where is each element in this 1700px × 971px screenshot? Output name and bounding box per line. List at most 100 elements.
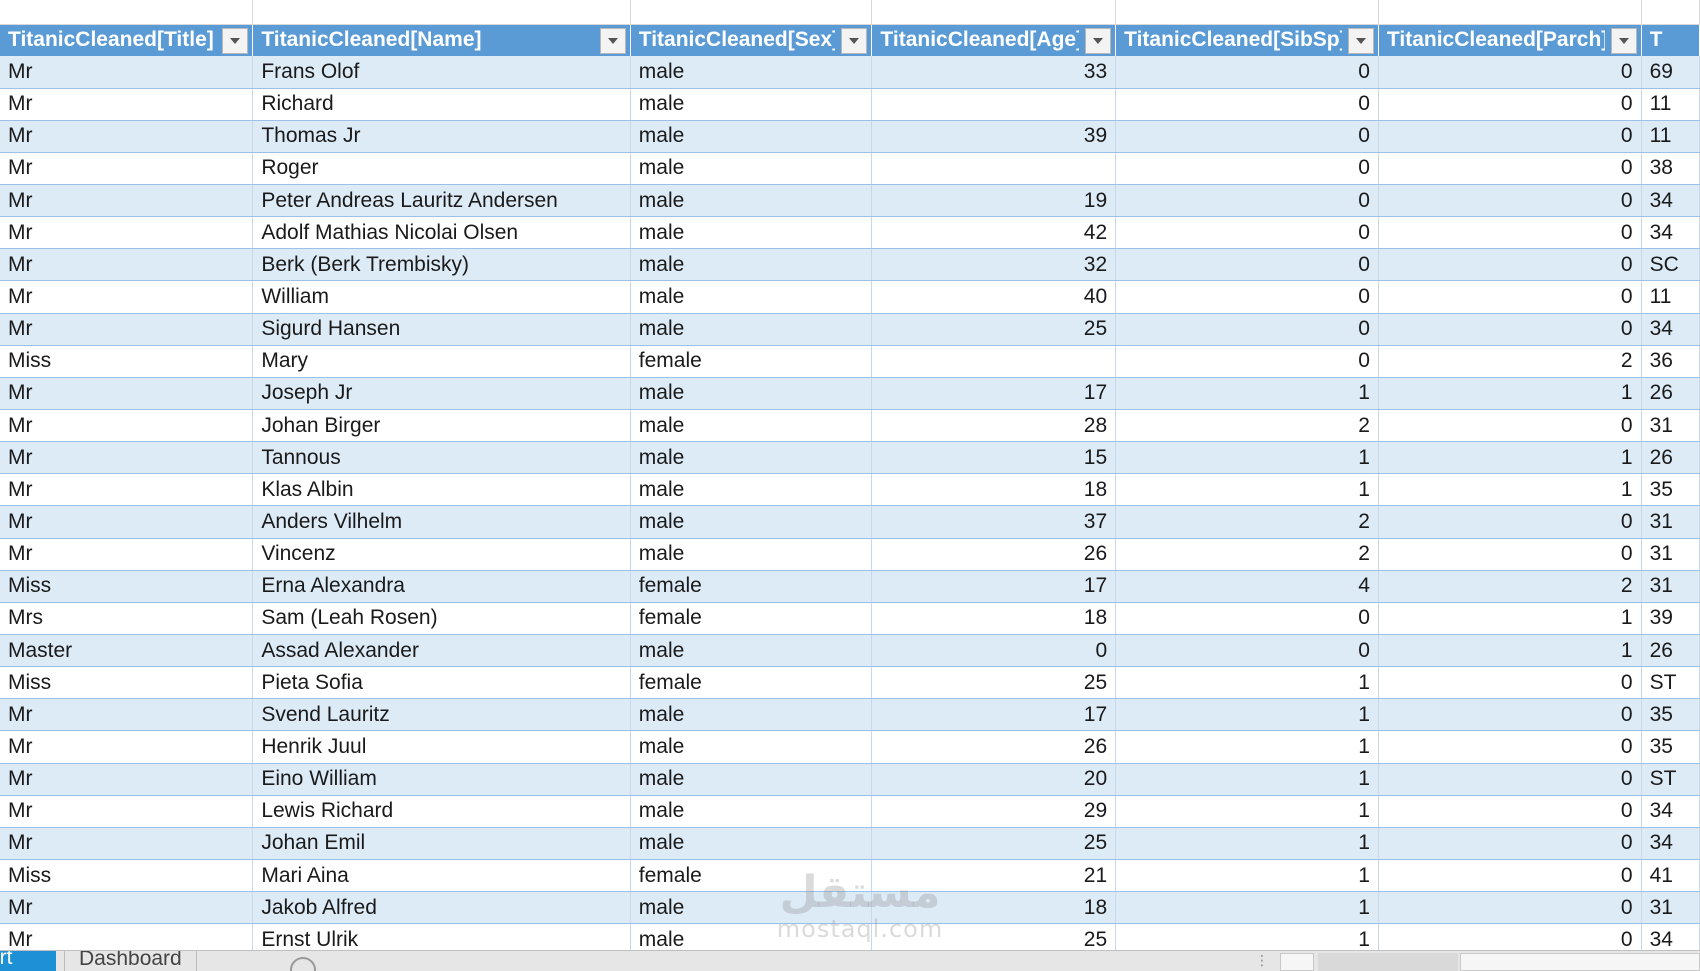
cell[interactable]: Mr <box>0 441 254 475</box>
cell[interactable]: Miss <box>0 666 254 700</box>
cell[interactable]: Miss <box>0 570 254 603</box>
cell[interactable]: 1 <box>1115 827 1379 861</box>
cell[interactable]: male <box>630 441 873 475</box>
cell[interactable]: 1 <box>1115 441 1379 475</box>
cell[interactable]: female <box>630 345 873 378</box>
cell[interactable]: male <box>630 248 873 282</box>
cell[interactable]: male <box>630 538 873 571</box>
plus-circle-icon[interactable] <box>290 957 316 971</box>
cell[interactable]: Mr <box>0 120 254 153</box>
cell[interactable] <box>871 152 1117 186</box>
cell[interactable]: 0 <box>1115 248 1379 282</box>
cell[interactable]: Mr <box>0 56 254 89</box>
cell[interactable]: 35 <box>1641 473 1700 507</box>
filter-dropdown-button[interactable] <box>1610 27 1637 54</box>
cell[interactable]: 0 <box>1378 827 1642 861</box>
cell[interactable]: Sigurd Hansen <box>252 313 631 346</box>
cell[interactable]: 69 <box>1641 56 1700 89</box>
filter-dropdown-button[interactable] <box>599 27 626 54</box>
cell[interactable]: 34 <box>1641 923 1700 950</box>
cell[interactable]: female <box>630 570 873 603</box>
cell[interactable]: Johan Birger <box>252 409 631 443</box>
cell[interactable]: Master <box>0 634 254 668</box>
cell[interactable]: Ernst Ulrik <box>252 923 631 950</box>
cell[interactable]: 0 <box>1378 216 1642 250</box>
split-handle[interactable]: ⋮ <box>1255 953 1269 969</box>
cell[interactable]: Jakob Alfred <box>252 891 631 925</box>
cell[interactable]: 31 <box>1641 570 1700 603</box>
cell[interactable]: 1 <box>1115 473 1379 507</box>
cell[interactable]: ST <box>1641 763 1700 796</box>
cell[interactable]: Peter Andreas Lauritz Andersen <box>252 184 631 218</box>
column-header[interactable]: TitanicCleaned[Title] <box>0 24 254 56</box>
cell[interactable]: male <box>630 891 873 925</box>
cell[interactable] <box>871 0 1117 25</box>
cell[interactable]: 0 <box>1378 120 1642 153</box>
cell[interactable]: 0 <box>1378 56 1642 89</box>
cell[interactable]: 19 <box>871 184 1117 218</box>
cell[interactable]: male <box>630 216 873 250</box>
cell[interactable]: 26 <box>871 730 1117 764</box>
horizontal-scroll-track[interactable] <box>1318 953 1458 971</box>
cell[interactable]: 0 <box>1378 730 1642 764</box>
cell[interactable]: Eino William <box>252 763 631 796</box>
cell[interactable]: 0 <box>1115 88 1379 121</box>
cell[interactable]: 2 <box>1115 505 1379 539</box>
cell[interactable]: 25 <box>871 666 1117 700</box>
cell[interactable] <box>1115 0 1379 25</box>
cell[interactable]: male <box>630 184 873 218</box>
cell[interactable]: 0 <box>1115 313 1379 346</box>
cell[interactable]: female <box>630 859 873 893</box>
cell[interactable]: 11 <box>1641 88 1700 121</box>
filter-dropdown-button[interactable] <box>222 27 249 54</box>
cell[interactable]: 1 <box>1378 441 1642 475</box>
cell[interactable]: Mr <box>0 377 254 411</box>
cell[interactable]: 0 <box>1378 698 1642 732</box>
cell[interactable]: 1 <box>1378 377 1642 411</box>
cell[interactable]: 42 <box>871 216 1117 250</box>
sheet-tab-active[interactable]: ort <box>0 951 56 971</box>
cell[interactable] <box>1378 0 1642 25</box>
cell[interactable]: 1 <box>1115 730 1379 764</box>
filter-dropdown-button[interactable] <box>841 27 868 54</box>
cell[interactable]: 1 <box>1115 859 1379 893</box>
cell[interactable]: 33 <box>871 56 1117 89</box>
cell[interactable]: Adolf Mathias Nicolai Olsen <box>252 216 631 250</box>
cell[interactable]: Richard <box>252 88 631 121</box>
cell[interactable]: 41 <box>1641 859 1700 893</box>
cell[interactable]: Mr <box>0 795 254 828</box>
cell[interactable]: 26 <box>1641 377 1700 411</box>
cell[interactable]: 15 <box>871 441 1117 475</box>
cell[interactable]: Frans Olof <box>252 56 631 89</box>
cell[interactable]: Mary <box>252 345 631 378</box>
cell[interactable]: male <box>630 377 873 411</box>
cell[interactable]: male <box>630 88 873 121</box>
cell[interactable]: 31 <box>1641 409 1700 443</box>
cell[interactable]: 0 <box>1378 505 1642 539</box>
cell[interactable] <box>871 88 1117 121</box>
cell[interactable]: Mr <box>0 88 254 121</box>
cell[interactable]: Miss <box>0 859 254 893</box>
cell[interactable]: Mr <box>0 280 254 314</box>
cell[interactable]: 0 <box>1378 763 1642 796</box>
cell[interactable]: 25 <box>871 923 1117 950</box>
cell[interactable]: 25 <box>871 313 1117 346</box>
cell[interactable]: male <box>630 795 873 828</box>
cell[interactable]: 0 <box>1378 859 1642 893</box>
cell[interactable]: Lewis Richard <box>252 795 631 828</box>
horizontal-scrollbar-thumb[interactable] <box>1460 953 1700 971</box>
column-header[interactable]: TitanicCleaned[Name] <box>252 24 631 56</box>
cell[interactable]: 26 <box>1641 441 1700 475</box>
cell[interactable]: 1 <box>1115 795 1379 828</box>
cell[interactable]: 2 <box>1115 409 1379 443</box>
column-header[interactable]: TitanicCleaned[Sex] <box>630 24 873 56</box>
cell[interactable]: 0 <box>1115 216 1379 250</box>
cell[interactable]: male <box>630 827 873 861</box>
cell[interactable]: 28 <box>871 409 1117 443</box>
cell[interactable]: Assad Alexander <box>252 634 631 668</box>
cell[interactable]: Mr <box>0 763 254 796</box>
column-header[interactable]: TitanicCleaned[Parch] <box>1378 24 1642 56</box>
cell[interactable]: male <box>630 152 873 186</box>
cell[interactable]: Mrs <box>0 602 254 636</box>
cell[interactable]: male <box>630 634 873 668</box>
